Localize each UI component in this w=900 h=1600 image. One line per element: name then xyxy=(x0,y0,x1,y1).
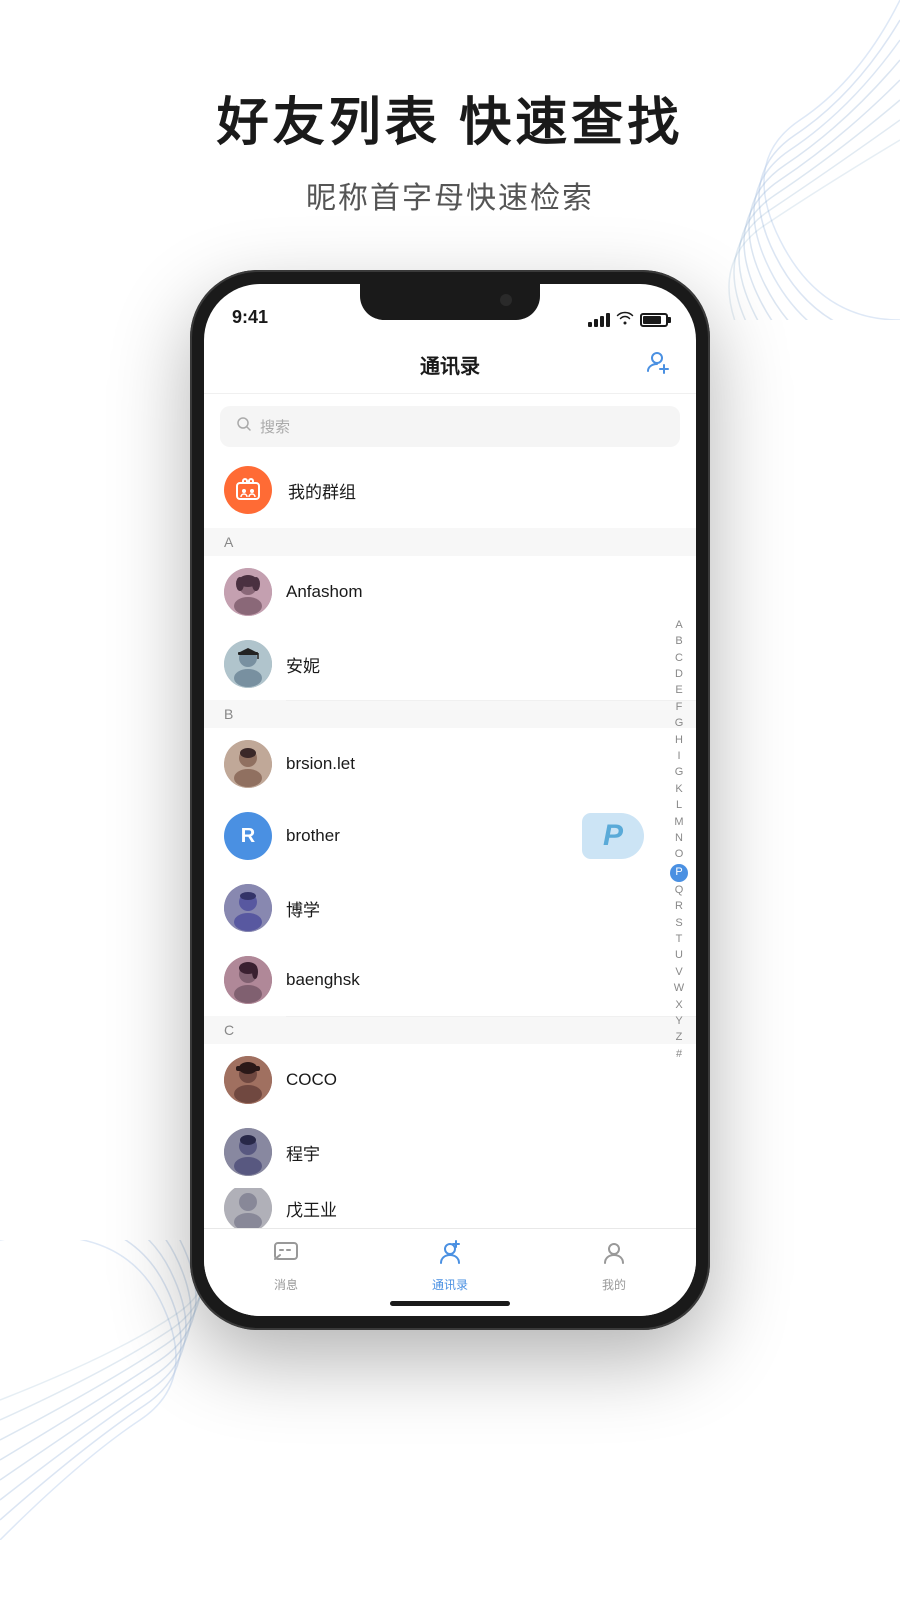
search-bar[interactable]: 搜索 xyxy=(220,406,680,447)
contact-item-partial[interactable]: 戊王业 xyxy=(204,1188,696,1228)
p-badge: P xyxy=(582,813,644,859)
avatar-anni xyxy=(224,640,272,688)
phone-mockup: 9:41 xyxy=(190,270,710,1330)
avatar-partial xyxy=(224,1188,272,1228)
alphabet-index[interactable]: A B C D E F G H I G K L M N O xyxy=(670,452,688,1228)
tab-mine-label: 我的 xyxy=(602,1276,626,1293)
contact-name-anfashom: Anfashom xyxy=(286,582,363,602)
app-content: 通讯录 xyxy=(204,336,696,1316)
mine-tab-icon xyxy=(601,1239,627,1272)
alpha-W[interactable]: W xyxy=(671,981,687,996)
avatar-boxue xyxy=(224,884,272,932)
my-groups-item[interactable]: 我的群组 xyxy=(204,452,696,528)
alpha-V[interactable]: V xyxy=(672,965,685,980)
contact-name-boxue: 博学 xyxy=(286,896,320,921)
contact-list[interactable]: 我的群组 A xyxy=(204,452,696,1228)
phone-screen: 9:41 xyxy=(204,284,696,1316)
avatar-coco xyxy=(224,1056,272,1104)
section-header-b: B xyxy=(204,700,696,728)
alpha-L[interactable]: L xyxy=(673,798,685,813)
alpha-X[interactable]: X xyxy=(672,998,685,1013)
contact-item-baenghsk[interactable]: baenghsk xyxy=(204,944,696,1016)
alpha-C[interactable]: C xyxy=(672,651,686,666)
avatar-chengyu xyxy=(224,1128,272,1176)
page-subtitle: 昵称首字母快速检索 xyxy=(0,173,900,217)
alpha-R[interactable]: R xyxy=(672,899,686,914)
alpha-E[interactable]: E xyxy=(672,683,685,698)
tab-messages-label: 消息 xyxy=(274,1276,298,1293)
battery-icon xyxy=(640,313,668,327)
status-icons xyxy=(588,311,668,328)
wifi-icon xyxy=(616,311,634,328)
avatar-anfashom xyxy=(224,568,272,616)
alpha-G2[interactable]: G xyxy=(672,765,687,780)
alpha-M[interactable]: M xyxy=(671,815,686,830)
contact-name-baenghsk: baenghsk xyxy=(286,970,360,990)
avatar-brsion xyxy=(224,740,272,788)
alpha-hash[interactable]: # xyxy=(673,1047,685,1062)
alpha-S[interactable]: S xyxy=(672,916,685,931)
contact-item-brsion[interactable]: brsion.let xyxy=(204,728,696,800)
alpha-K[interactable]: K xyxy=(672,782,685,797)
alpha-U[interactable]: U xyxy=(672,948,686,963)
contact-name-chengyu: 程宇 xyxy=(286,1140,320,1165)
contact-item-anni[interactable]: 安妮 xyxy=(204,628,696,700)
section-header-a: A xyxy=(204,528,696,556)
phone-notch xyxy=(360,284,540,320)
alpha-Y[interactable]: Y xyxy=(672,1014,685,1029)
alpha-N[interactable]: N xyxy=(672,831,686,846)
contact-name-brother: brother xyxy=(286,826,340,846)
alpha-H[interactable]: H xyxy=(672,733,686,748)
alpha-P[interactable]: P xyxy=(670,864,688,882)
contact-item-coco[interactable]: COCO xyxy=(204,1044,696,1116)
alpha-Z[interactable]: Z xyxy=(673,1030,686,1045)
add-contact-button[interactable] xyxy=(646,349,672,381)
alpha-I[interactable]: I xyxy=(674,749,683,764)
tab-mine[interactable]: 我的 xyxy=(532,1239,696,1293)
header-section: 好友列表 快速查找 昵称首字母快速检索 xyxy=(0,80,900,217)
page-title: 好友列表 快速查找 xyxy=(0,80,900,155)
contact-name-brsion: brsion.let xyxy=(286,754,355,774)
tab-messages[interactable]: 消息 xyxy=(204,1239,368,1293)
alpha-F[interactable]: F xyxy=(673,700,686,715)
alpha-T[interactable]: T xyxy=(673,932,686,947)
my-groups-label: 我的群组 xyxy=(288,478,356,503)
status-time: 9:41 xyxy=(232,307,268,328)
contact-name-partial: 戊王业 xyxy=(286,1196,337,1221)
home-indicator xyxy=(390,1301,510,1306)
contact-name-anni: 安妮 xyxy=(286,652,320,677)
nav-bar: 通讯录 xyxy=(204,336,696,394)
messages-tab-icon xyxy=(273,1239,299,1272)
signal-icon xyxy=(588,313,610,327)
contact-item-boxue[interactable]: 博学 xyxy=(204,872,696,944)
avatar-baenghsk xyxy=(224,956,272,1004)
alpha-D[interactable]: D xyxy=(672,667,686,682)
contact-name-coco: COCO xyxy=(286,1070,337,1090)
search-placeholder: 搜索 xyxy=(260,416,290,437)
alpha-B[interactable]: B xyxy=(672,634,685,649)
avatar-brother: R xyxy=(224,812,272,860)
alpha-O[interactable]: O xyxy=(672,847,687,862)
alpha-A[interactable]: A xyxy=(672,618,685,633)
section-header-c: C xyxy=(204,1016,696,1044)
nav-title: 通讯录 xyxy=(420,350,480,379)
alpha-Q[interactable]: Q xyxy=(672,883,687,898)
contact-item-chengyu[interactable]: 程宇 xyxy=(204,1116,696,1188)
phone-outer: 9:41 xyxy=(190,270,710,1330)
contact-item-brother[interactable]: R brother P xyxy=(204,800,696,872)
tab-contacts[interactable]: 通讯录 xyxy=(368,1239,532,1293)
front-camera xyxy=(500,294,512,306)
search-icon xyxy=(236,416,252,437)
group-icon xyxy=(224,466,272,514)
tab-contacts-label: 通讯录 xyxy=(432,1276,468,1293)
contact-item-anfashom[interactable]: Anfashom xyxy=(204,556,696,628)
alpha-G[interactable]: G xyxy=(672,716,687,731)
contacts-tab-icon xyxy=(437,1239,463,1272)
